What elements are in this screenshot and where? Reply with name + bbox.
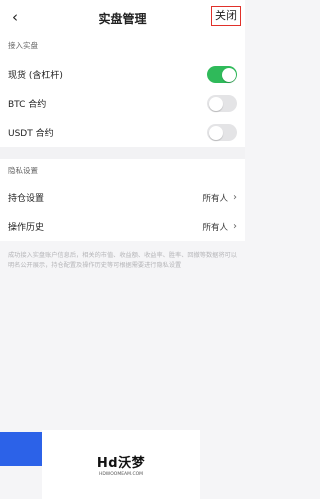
live-account-section: 接入实盘 现货 (含杠杆) BTC 合约 USDT 合约 [0,36,245,147]
toggle-usdt-contract[interactable] [207,124,237,141]
row-label-spot: 现货 (含杠杆) [8,71,63,81]
header-bar: ‹ 实盘管理 关闭 [0,0,245,36]
section-label-live-account: 接入实盘 [0,36,245,60]
section-divider [0,147,245,159]
page-title: 实盘管理 [98,11,147,26]
row-label-operation-history: 操作历史 [8,223,45,233]
row-spot: 现货 (含杠杆) [0,60,245,89]
row-label-btc-contract: BTC 合约 [8,100,47,110]
watermark-sub-text: HDWOOMEAM.COM [98,472,144,477]
chevron-right-icon: › [233,221,237,232]
row-label-position-settings: 持仓设置 [8,194,45,204]
row-label-usdt-contract: USDT 合约 [8,129,54,139]
privacy-section: 隐私设置 持仓设置 所有人 › 操作历史 所有人 › [0,159,245,241]
toggle-knob [208,96,223,111]
row-usdt-contract: USDT 合约 [0,118,245,147]
chevron-right-icon: › [233,192,237,203]
toggle-btc-contract[interactable] [207,95,237,112]
row-position-settings[interactable]: 持仓设置 所有人 › [0,183,245,212]
section-label-privacy: 隐私设置 [0,163,245,183]
bottom-action-bar[interactable] [0,432,42,466]
close-button[interactable]: 关闭 [211,6,241,26]
row-value-position-settings: 所有人 [202,193,228,204]
toggle-knob [208,125,223,140]
toggle-spot[interactable] [207,66,237,83]
privacy-note: 成功接入实盘账户信息后，相关的市值、收益额、收益率、胜率、回撤等数据将可以明名公… [0,241,245,281]
toggle-knob [221,67,236,82]
watermark-main-text: Hd沃梦 [96,456,146,471]
watermark-logo: Hd沃梦 HDWOOMEAM.COM [42,430,200,499]
row-btc-contract: BTC 合约 [0,89,245,118]
back-arrow-icon[interactable]: ‹ [12,8,18,26]
row-value-wrap: 所有人 › [202,221,237,233]
row-value-wrap: 所有人 › [202,192,237,204]
row-operation-history[interactable]: 操作历史 所有人 › [0,212,245,241]
row-value-operation-history: 所有人 [202,222,228,233]
